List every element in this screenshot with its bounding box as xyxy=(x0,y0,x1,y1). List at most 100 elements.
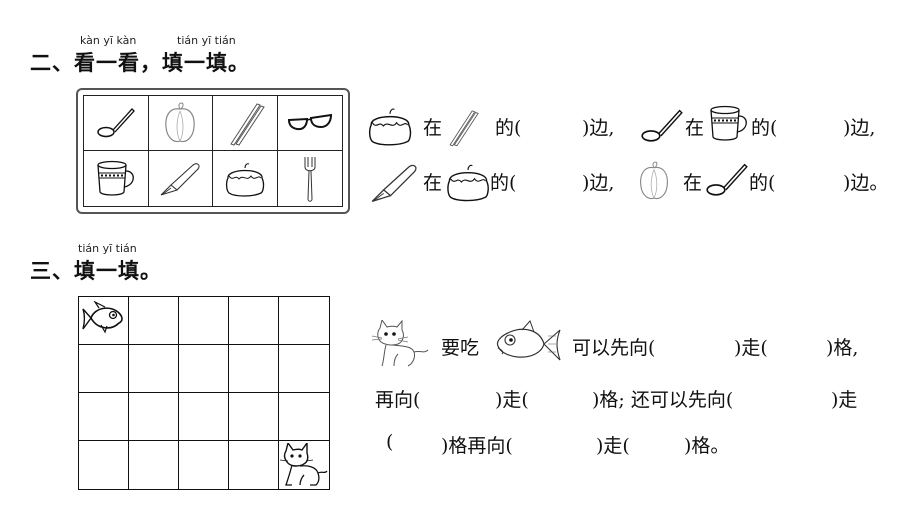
line2-zou2: )走 xyxy=(831,389,858,411)
sentence-4-zai: 在 xyxy=(683,172,703,194)
grid-cell-r1-c1 xyxy=(79,297,129,345)
sentence-4-bian: )边。 xyxy=(843,172,889,194)
line1-kexian: 可以先向( xyxy=(572,337,656,359)
line1-blank-steps[interactable] xyxy=(782,333,826,357)
fountain-pen-icon xyxy=(371,164,417,203)
line2-blank-direction-alt[interactable] xyxy=(776,385,830,409)
chopsticks-icon xyxy=(449,110,479,147)
sentence-4-reference xyxy=(705,160,749,200)
sentence-3-de: 的( xyxy=(490,172,517,194)
object-grid xyxy=(83,95,343,207)
line1-ge: )格, xyxy=(826,337,859,359)
grid-cell-r4-c4 xyxy=(229,441,279,489)
sentence-2-subject xyxy=(640,106,684,146)
line1-fish xyxy=(494,320,564,368)
cake-icon xyxy=(225,162,264,197)
sentence-2-de: 的( xyxy=(751,117,778,139)
cake-icon xyxy=(368,108,412,146)
chopsticks-icon xyxy=(229,103,265,146)
section3-title: 填一填。 xyxy=(74,259,162,283)
sentence-1-de: 的( xyxy=(495,117,522,139)
pinyin-kan-yi-kan: kàn yī kàn xyxy=(80,34,137,47)
grid-cell-r2-c2 xyxy=(129,345,179,393)
sentence-4-blank[interactable] xyxy=(790,168,840,192)
cat-icon xyxy=(280,443,328,486)
object-picture-box xyxy=(76,88,350,214)
grid-cell-r3-c2 xyxy=(129,393,179,441)
sentence-1-blank[interactable] xyxy=(535,113,585,137)
object-cell-chopsticks xyxy=(213,96,278,151)
object-cell-cup xyxy=(84,151,149,206)
grid-cell-r3-c4 xyxy=(229,393,279,441)
line3-zou: )走( xyxy=(596,435,630,457)
sentence-1-zai: 在 xyxy=(423,117,443,139)
grid-cell-r3-c1 xyxy=(79,393,129,441)
object-cell-fountain-pen xyxy=(149,151,213,206)
object-cell-bell-pepper xyxy=(148,96,213,151)
line3-blank-direction-alt[interactable] xyxy=(543,431,597,455)
grid-cell-r1-c5 xyxy=(279,297,329,345)
section3-number: 三、 xyxy=(30,259,74,283)
line3-blank-steps-alt[interactable] xyxy=(400,431,440,455)
line2-ge: )格; 还可以先向( xyxy=(592,389,734,411)
sentence-2-reference xyxy=(707,104,751,144)
grid-cell-r1-c3 xyxy=(179,297,229,345)
grid-cell-r3-c3 xyxy=(179,393,229,441)
object-cell-fork xyxy=(278,151,343,206)
sentence-4-subject xyxy=(636,158,672,204)
bell-pepper-icon xyxy=(165,102,195,143)
cup-icon xyxy=(97,160,134,196)
grid-cell-r4-c3 xyxy=(179,441,229,489)
section2-number: 二、 xyxy=(30,51,74,75)
cup-icon xyxy=(710,105,747,141)
line2-zou: )走( xyxy=(495,389,529,411)
grid-cell-r2-c1 xyxy=(79,345,129,393)
spoon-icon xyxy=(706,163,748,196)
grid-cell-r4-c5 xyxy=(279,441,329,489)
cake-icon xyxy=(447,164,489,202)
glasses-icon xyxy=(287,113,332,131)
sentence-3-zai: 在 xyxy=(423,172,443,194)
line3-blank-steps-alt2[interactable] xyxy=(644,431,684,455)
line2-zaixiang: 再向( xyxy=(375,389,421,411)
grid-cell-r4-c2 xyxy=(129,441,179,489)
line1-yaochi: 要吃 xyxy=(441,337,480,359)
line2-blank-direction[interactable] xyxy=(440,385,494,409)
grid-cell-r2-c3 xyxy=(179,345,229,393)
sentence-2-blank[interactable] xyxy=(790,113,840,137)
sentence-2-bian: )边, xyxy=(843,117,876,139)
grid-cell-r3-c5 xyxy=(279,393,329,441)
object-cell-spoon xyxy=(84,96,149,151)
sentence-3-subject xyxy=(366,160,422,206)
line3-gezai: )格再向( xyxy=(441,435,513,457)
sentence-2-zai: 在 xyxy=(685,117,705,139)
grid-cell-r2-c5 xyxy=(279,345,329,393)
sentence-1-reference xyxy=(445,103,479,151)
spoon-icon xyxy=(641,109,683,142)
line1-blank-direction[interactable] xyxy=(676,333,732,357)
grid-cell-r4-c1 xyxy=(79,441,129,489)
sentence-3-reference xyxy=(444,160,492,204)
line2-blank-steps[interactable] xyxy=(543,385,593,409)
pinyin-tian-yi-tian: tián yī tián xyxy=(177,34,236,47)
sentence-1-subject xyxy=(364,105,416,147)
section2-heading: 二、看一看，填一填。 xyxy=(30,47,250,77)
section2-title: 看一看，填一填。 xyxy=(74,51,250,75)
fish-icon xyxy=(82,301,123,334)
sentence-3-blank[interactable] xyxy=(530,168,580,192)
pinyin-tian-yi-tian-3: tián yī tián xyxy=(78,242,137,255)
object-cell-glasses xyxy=(277,96,342,151)
sentence-1-bian: )边, xyxy=(582,117,615,139)
line1-zou: )走( xyxy=(734,337,768,359)
bell-pepper-icon xyxy=(640,161,668,200)
object-cell-cake xyxy=(213,151,278,206)
line1-cat xyxy=(372,320,430,368)
fountain-pen-icon xyxy=(160,162,200,196)
fork-icon xyxy=(304,156,316,202)
line3-open: ( xyxy=(386,431,394,453)
grid-cell-r1-c4 xyxy=(229,297,279,345)
sentence-4-de: 的( xyxy=(749,172,776,194)
grid-cell-r2-c4 xyxy=(229,345,279,393)
section3-heading: 三、填一填。 xyxy=(30,255,162,285)
line3-end: )格。 xyxy=(684,435,730,457)
